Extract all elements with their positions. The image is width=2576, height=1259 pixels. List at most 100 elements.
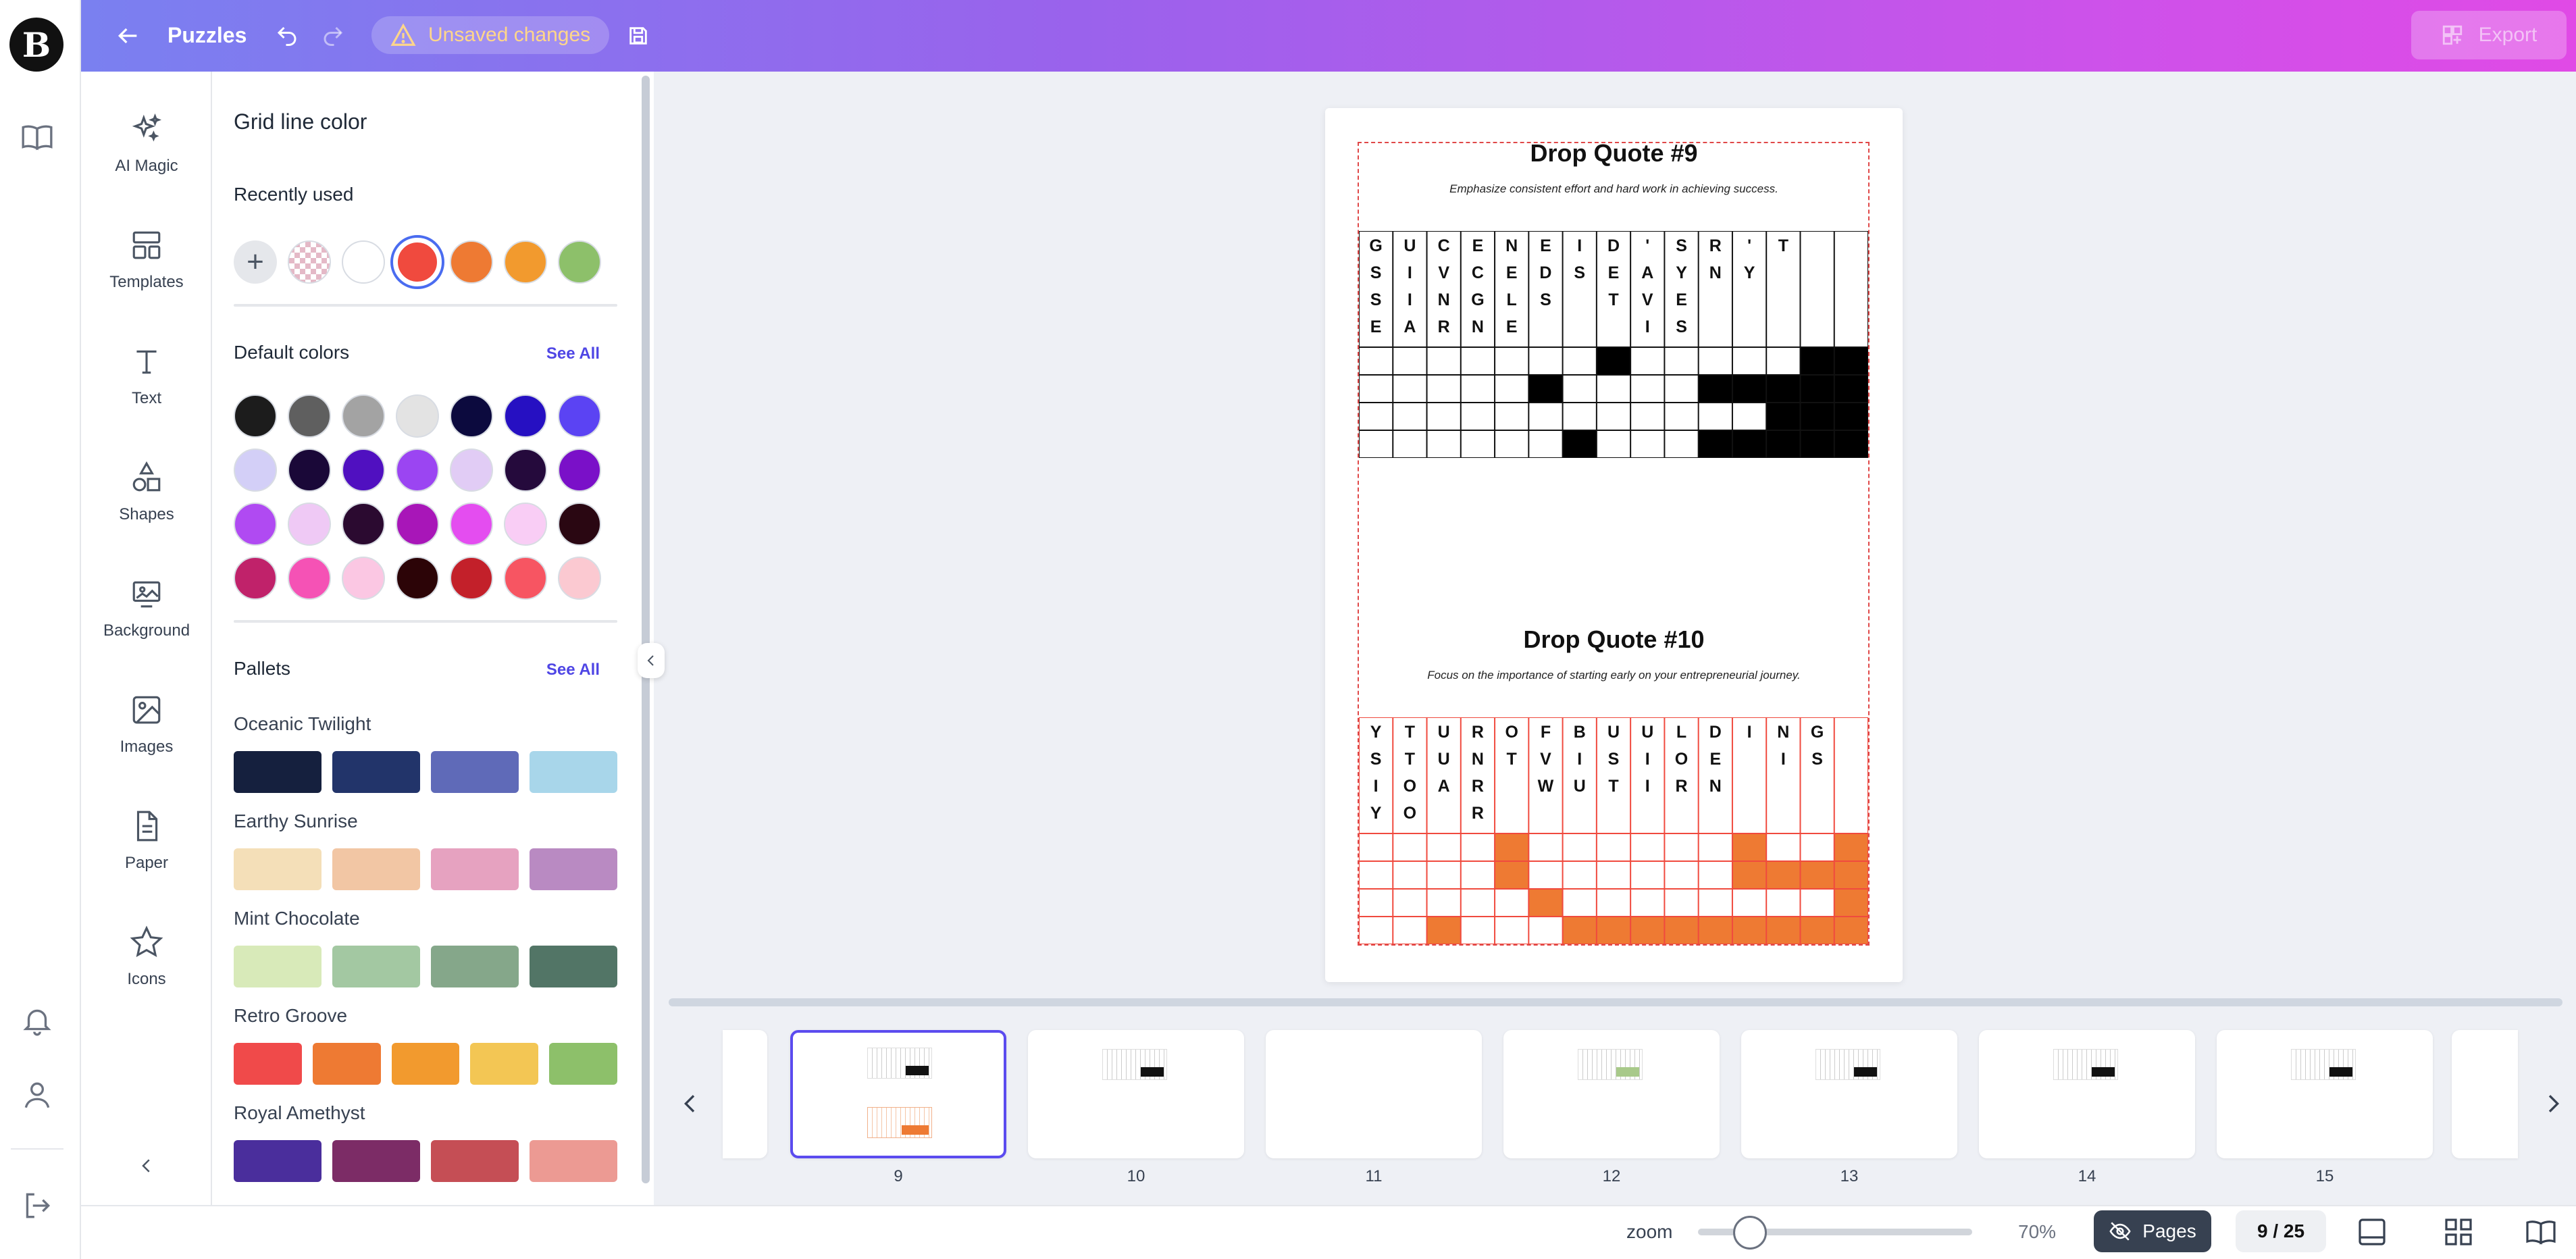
default-color-swatch[interactable] — [504, 503, 547, 546]
panel-scrollbar[interactable] — [642, 76, 650, 1183]
recent-color-swatch[interactable] — [504, 240, 547, 284]
default-color-swatch[interactable] — [234, 503, 277, 546]
pallet-color-swatch[interactable] — [234, 1043, 302, 1085]
page-thumbnail-partial[interactable] — [723, 1030, 767, 1158]
default-color-swatch[interactable] — [234, 448, 277, 492]
pallet-color-swatch[interactable] — [391, 1043, 460, 1085]
default-color-swatch[interactable] — [558, 557, 601, 600]
add-color-button[interactable]: + — [234, 240, 277, 284]
default-color-swatch[interactable] — [342, 448, 385, 492]
chevron-right-icon[interactable] — [2540, 1090, 2567, 1124]
recent-color-swatch[interactable] — [558, 240, 601, 284]
tool-images[interactable]: Images — [81, 681, 212, 769]
pallet-color-swatch[interactable] — [530, 946, 617, 987]
tool-icons[interactable]: Icons — [81, 913, 212, 1001]
collapse-panel-button[interactable] — [638, 643, 665, 678]
document-title[interactable]: Puzzles — [168, 22, 247, 49]
default-color-swatch[interactable] — [504, 394, 547, 438]
tool-templates[interactable]: Templates — [81, 216, 212, 304]
default-color-swatch[interactable] — [234, 394, 277, 438]
pallet-color-swatch[interactable] — [549, 1043, 617, 1085]
pallet-color-swatch[interactable] — [332, 848, 420, 890]
tool-shapes[interactable]: Shapes — [81, 448, 212, 536]
single-page-view-icon[interactable] — [2356, 1216, 2388, 1248]
default-color-swatch[interactable] — [450, 394, 493, 438]
book-view-icon[interactable] — [2525, 1216, 2557, 1248]
book-icon[interactable] — [20, 120, 54, 154]
default-color-swatch[interactable] — [396, 394, 439, 438]
tool-ai-magic[interactable]: AI Magic — [81, 100, 212, 188]
page-thumbnail[interactable] — [1979, 1030, 2195, 1158]
recent-color-swatch[interactable] — [450, 240, 493, 284]
default-color-swatch[interactable] — [396, 503, 439, 546]
default-color-swatch[interactable] — [288, 557, 331, 600]
pallet-color-swatch[interactable] — [530, 1140, 617, 1182]
default-color-swatch[interactable] — [288, 503, 331, 546]
tool-background[interactable]: Background — [81, 565, 212, 652]
puzzle-subtitle[interactable]: Emphasize consistent effort and hard wor… — [1325, 182, 1903, 196]
pallet-color-swatch[interactable] — [431, 946, 519, 987]
puzzle-grid-9[interactable]: GSSEUIIACVNRECGNNELEEDSISDET'AVISYESRN'Y… — [1359, 231, 1868, 458]
default-color-swatch[interactable] — [558, 394, 601, 438]
export-button[interactable]: Export — [2411, 11, 2567, 59]
default-color-swatch[interactable] — [342, 394, 385, 438]
brand-logo[interactable]: B — [9, 18, 63, 72]
pallet-swatches[interactable] — [234, 1043, 617, 1085]
pallet-color-swatch[interactable] — [234, 946, 321, 987]
pallet-color-swatch[interactable] — [234, 751, 321, 793]
default-color-swatch[interactable] — [504, 448, 547, 492]
default-color-swatch[interactable] — [288, 394, 331, 438]
pages-toggle-button[interactable]: Pages — [2094, 1210, 2211, 1252]
pallet-color-swatch[interactable] — [332, 751, 420, 793]
default-color-swatch[interactable] — [342, 503, 385, 546]
save-icon[interactable] — [623, 20, 654, 51]
default-colors-see-all[interactable]: See All — [546, 344, 600, 363]
bell-icon[interactable] — [20, 1004, 54, 1037]
pallet-color-swatch[interactable] — [431, 1140, 519, 1182]
default-color-swatch[interactable] — [450, 448, 493, 492]
default-color-swatch[interactable] — [450, 503, 493, 546]
pallet-color-swatch[interactable] — [234, 1140, 321, 1182]
page-thumbnail[interactable] — [1503, 1030, 1720, 1158]
tool-paper[interactable]: Paper — [81, 797, 212, 885]
puzzle-title[interactable]: Drop Quote #10 — [1325, 625, 1903, 654]
user-icon[interactable] — [20, 1078, 54, 1112]
recent-color-swatch[interactable] — [288, 240, 331, 284]
default-color-swatch[interactable] — [234, 557, 277, 600]
pallet-swatches[interactable] — [234, 751, 617, 793]
pallet-color-swatch[interactable] — [530, 848, 617, 890]
canvas-horizontal-scrollbar[interactable] — [669, 998, 2562, 1006]
pallet-swatches[interactable] — [234, 1140, 617, 1182]
default-color-swatch[interactable] — [558, 503, 601, 546]
chevron-left-icon[interactable] — [677, 1090, 704, 1124]
chevron-left-icon[interactable] — [136, 1152, 157, 1179]
tool-text[interactable]: Text — [81, 332, 212, 420]
pallets-see-all[interactable]: See All — [546, 661, 600, 679]
page-thumbnail-partial[interactable] — [2452, 1030, 2518, 1158]
canvas-page[interactable]: Drop Quote #9 Emphasize consistent effor… — [1325, 108, 1903, 982]
pallet-color-swatch[interactable] — [431, 751, 519, 793]
pallet-color-swatch[interactable] — [312, 1043, 381, 1085]
pallet-color-swatch[interactable] — [470, 1043, 539, 1085]
grid-view-icon[interactable] — [2442, 1216, 2475, 1248]
puzzle-grid-10[interactable]: YSIYTTOOUUARNRROTFVWBIUUSTUIILORDENI NIGS — [1359, 717, 1868, 944]
pallet-color-swatch[interactable] — [530, 751, 617, 793]
default-color-swatch[interactable] — [288, 448, 331, 492]
page-thumbnail[interactable] — [2217, 1030, 2433, 1158]
default-color-swatch[interactable] — [504, 557, 547, 600]
redo-icon[interactable] — [317, 20, 349, 51]
recent-color-swatch[interactable] — [390, 235, 444, 289]
pallet-color-swatch[interactable] — [332, 1140, 420, 1182]
pallet-color-swatch[interactable] — [431, 848, 519, 890]
default-color-swatch[interactable] — [396, 448, 439, 492]
puzzle-subtitle[interactable]: Focus on the importance of starting earl… — [1325, 669, 1903, 682]
pallet-swatches[interactable] — [234, 946, 617, 987]
pallet-swatches[interactable] — [234, 848, 617, 890]
zoom-slider-handle[interactable] — [1733, 1216, 1768, 1250]
page-thumbnail[interactable] — [1266, 1030, 1482, 1158]
pallet-color-swatch[interactable] — [234, 848, 321, 890]
pallet-color-swatch[interactable] — [332, 946, 420, 987]
recent-color-swatch[interactable] — [342, 240, 385, 284]
default-color-swatch[interactable] — [450, 557, 493, 600]
page-thumbnail[interactable] — [790, 1030, 1006, 1158]
